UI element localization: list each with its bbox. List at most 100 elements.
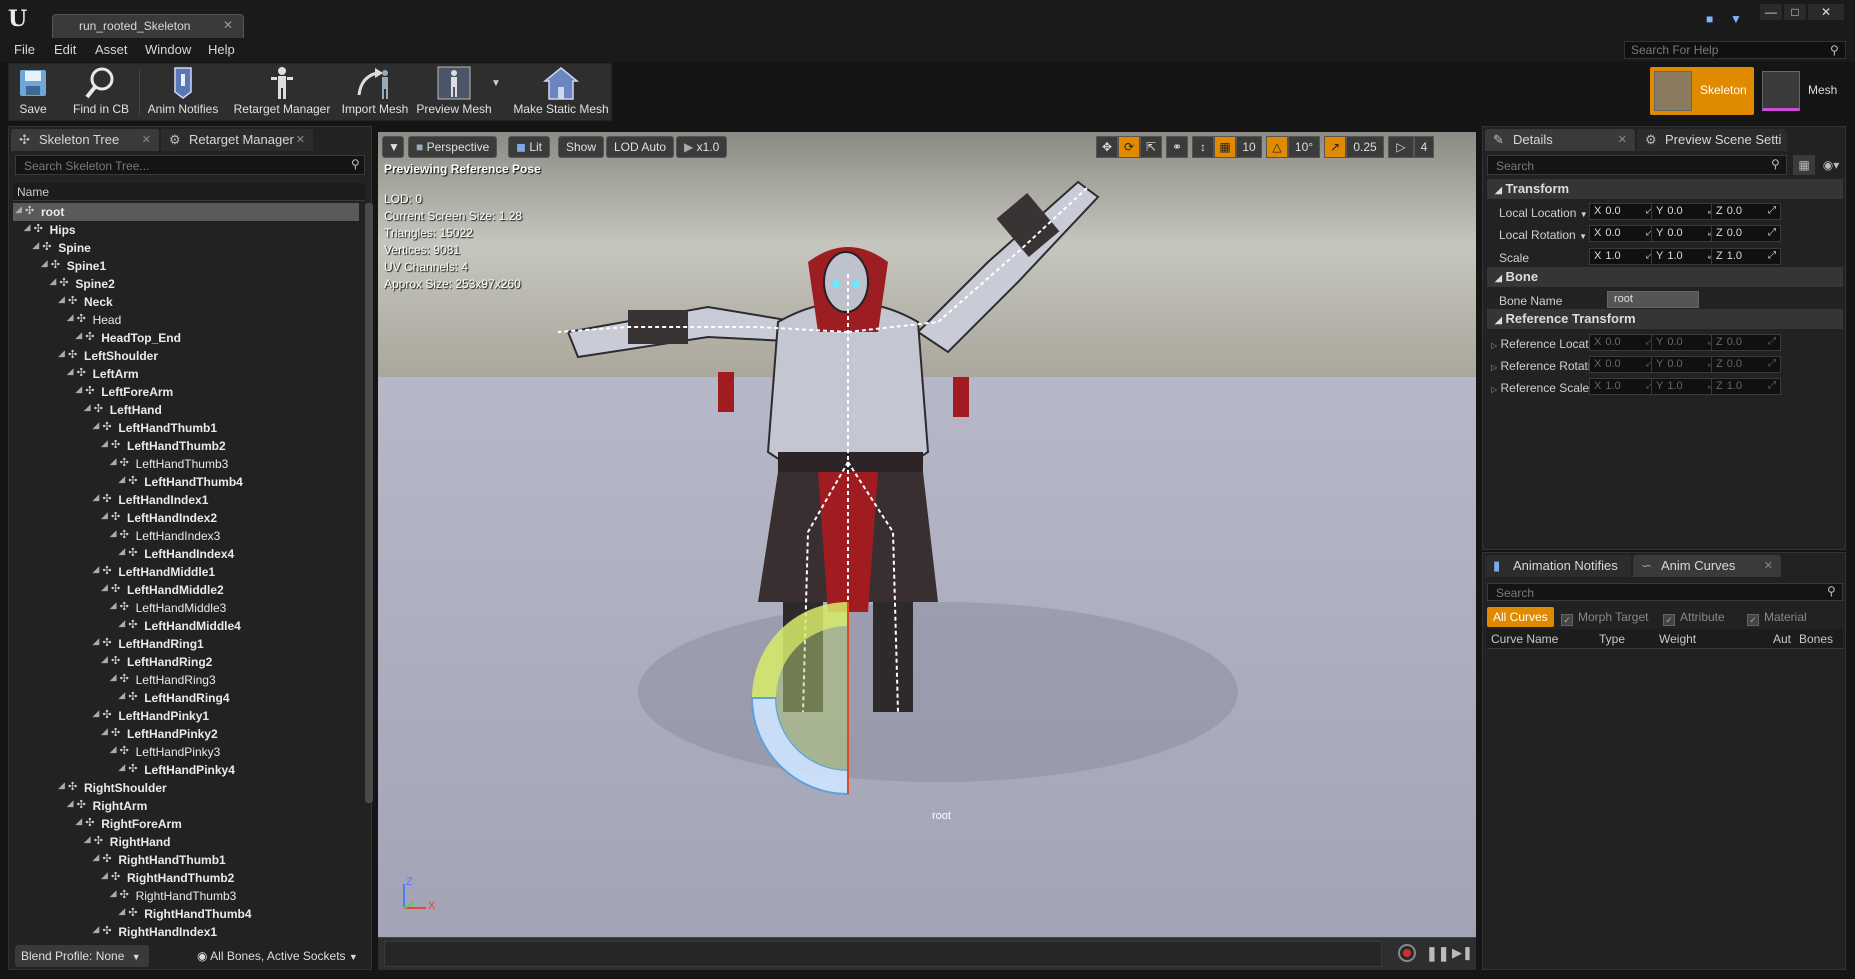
tab-anim-curves[interactable]: ∽ Anim Curves ✕ bbox=[1633, 555, 1781, 577]
mesh-mode-button[interactable]: Mesh bbox=[1758, 67, 1842, 115]
bone-row-spine1[interactable]: ◢ ✣ Spine1 bbox=[13, 257, 359, 275]
bone-name-field[interactable]: root bbox=[1607, 291, 1699, 308]
tab-animation-notifies[interactable]: ▮ Animation Notifies bbox=[1485, 555, 1631, 577]
expand-arrow-icon[interactable]: ◢ bbox=[15, 204, 22, 215]
blend-profile-dropdown[interactable]: Blend Profile: None ▼ bbox=[15, 945, 149, 967]
record-button[interactable] bbox=[1398, 944, 1416, 962]
bone-row-lefthandthumb1[interactable]: ◢ ✣ LeftHandThumb1 bbox=[13, 419, 359, 437]
close-tab-icon[interactable]: ✕ bbox=[296, 133, 305, 146]
local-location-label[interactable]: Local Location ▼ bbox=[1499, 206, 1588, 220]
menu-file[interactable]: File bbox=[14, 42, 35, 57]
bone-row-neck[interactable]: ◢ ✣ Neck bbox=[13, 293, 359, 311]
expand-arrow-icon[interactable]: ◢ bbox=[110, 528, 117, 539]
find-in-cb-button[interactable]: Find in CB bbox=[63, 64, 139, 122]
bone-row-righthandthumb2[interactable]: ◢ ✣ RightHandThumb2 bbox=[13, 869, 359, 887]
bone-row-leftforearm[interactable]: ◢ ✣ LeftForeArm bbox=[13, 383, 359, 401]
surface-snap-icon[interactable]: ↕ bbox=[1192, 136, 1214, 158]
bone-row-leftshoulder[interactable]: ◢ ✣ LeftShoulder bbox=[13, 347, 359, 365]
tab-preview-scene-settings[interactable]: ⚙ Preview Scene Setti bbox=[1637, 129, 1787, 151]
expand-arrow-icon[interactable]: ◢ bbox=[92, 636, 99, 647]
tree-scrollbar[interactable] bbox=[365, 203, 373, 803]
translate-tool-icon[interactable]: ✥ bbox=[1096, 136, 1118, 158]
material-checkbox[interactable]: ✓ Material bbox=[1747, 610, 1807, 626]
step-forward-button[interactable]: ▶❚ bbox=[1452, 945, 1473, 961]
transform-section-header[interactable]: ◢ Transform bbox=[1487, 179, 1843, 199]
viewport-options-dropdown[interactable]: ▼ bbox=[382, 136, 404, 158]
preview-viewport[interactable]: ▼ ■ Perspective ◼ Lit Show LOD Auto ▶ x1… bbox=[378, 132, 1476, 937]
expand-arrow-icon[interactable]: ◢ bbox=[118, 762, 125, 773]
expand-arrow-icon[interactable]: ◢ bbox=[101, 510, 108, 521]
lit-dropdown[interactable]: ◼ Lit bbox=[508, 136, 550, 158]
bone-row-lefthandmiddle2[interactable]: ◢ ✣ LeftHandMiddle2 bbox=[13, 581, 359, 599]
bone-row-head[interactable]: ◢ ✣ Head bbox=[13, 311, 359, 329]
preview-mesh-button[interactable]: Preview Mesh bbox=[413, 64, 495, 122]
drag-arrow-icon[interactable]: ⤢ bbox=[1768, 227, 1776, 238]
drag-arrow-icon[interactable]: ⤢ bbox=[1768, 358, 1776, 369]
preview-mesh-dropdown-icon[interactable]: ▼ bbox=[491, 78, 501, 89]
expand-arrow-icon[interactable]: ◢ bbox=[118, 906, 125, 917]
expand-arrow-icon[interactable]: ◢ bbox=[101, 438, 108, 449]
scale-x-field[interactable]: X 1.0 ⤢ bbox=[1589, 248, 1659, 265]
drag-arrow-icon[interactable]: ⤢ bbox=[1768, 336, 1776, 347]
bone-row-righthandindex1[interactable]: ◢ ✣ RightHandIndex1 bbox=[13, 923, 359, 939]
bone-row-lefthandindex4[interactable]: ◢ ✣ LeftHandIndex4 bbox=[13, 545, 359, 563]
document-tab[interactable]: run_rooted_Skeleton ✕ bbox=[52, 14, 244, 38]
property-matrix-icon[interactable]: ▦ bbox=[1793, 155, 1815, 175]
expand-arrow-icon[interactable]: ◢ bbox=[67, 366, 74, 377]
local-rotation-label[interactable]: Local Rotation ▼ bbox=[1499, 228, 1587, 242]
local-location-z-field[interactable]: Z 0.0 ⤢ bbox=[1711, 203, 1781, 220]
reference-rotation-x-field[interactable]: X 0.0 ⤢ bbox=[1589, 356, 1659, 373]
local-location-x-field[interactable]: X 0.0 ⤢ bbox=[1589, 203, 1659, 220]
help-search-input[interactable]: Search For Help bbox=[1624, 41, 1846, 59]
reference-location-x-field[interactable]: X 0.0 ⤢ bbox=[1589, 334, 1659, 351]
expand-arrow-icon[interactable]: ◢ bbox=[67, 798, 74, 809]
expand-arrow-icon[interactable]: ◢ bbox=[118, 474, 125, 485]
col-weight[interactable]: Weight bbox=[1659, 632, 1696, 646]
reference-scale-z-field[interactable]: Z 1.0 ⤢ bbox=[1711, 378, 1781, 395]
attribute-checkbox[interactable]: ✓ Attribute bbox=[1663, 610, 1725, 626]
menu-asset[interactable]: Asset bbox=[95, 42, 128, 57]
unreal-logo-icon[interactable]: U bbox=[8, 6, 32, 32]
close-tab-icon[interactable]: ✕ bbox=[142, 133, 151, 146]
bone-row-lefthandmiddle4[interactable]: ◢ ✣ LeftHandMiddle4 bbox=[13, 617, 359, 635]
expand-arrow-icon[interactable]: ◢ bbox=[92, 492, 99, 503]
minimize-button[interactable]: — bbox=[1760, 4, 1782, 20]
bone-row-rightarm[interactable]: ◢ ✣ RightArm bbox=[13, 797, 359, 815]
expand-arrow-icon[interactable]: ◢ bbox=[101, 870, 108, 881]
close-window-button[interactable]: ✕ bbox=[1808, 4, 1844, 20]
col-bones[interactable]: Bones bbox=[1799, 632, 1833, 646]
bone-visibility-filter[interactable]: ◉ All Bones, Active Sockets ▼ bbox=[197, 949, 358, 963]
scale-snap-icon[interactable]: ↗ bbox=[1324, 136, 1346, 158]
reference-rotation-z-field[interactable]: Z 0.0 ⤢ bbox=[1711, 356, 1781, 373]
menu-window[interactable]: Window bbox=[145, 42, 191, 57]
close-tab-icon[interactable]: ✕ bbox=[223, 18, 233, 32]
bone-row-rightforearm[interactable]: ◢ ✣ RightForeArm bbox=[13, 815, 359, 833]
bone-row-lefthand[interactable]: ◢ ✣ LeftHand bbox=[13, 401, 359, 419]
reference-scale-label[interactable]: ▷ Reference Scale bbox=[1491, 381, 1589, 395]
bone-row-lefthandindex3[interactable]: ◢ ✣ LeftHandIndex3 bbox=[13, 527, 359, 545]
bone-row-leftarm[interactable]: ◢ ✣ LeftArm bbox=[13, 365, 359, 383]
expand-arrow-icon[interactable]: ◢ bbox=[110, 672, 117, 683]
bone-row-lefthandpinky1[interactable]: ◢ ✣ LeftHandPinky1 bbox=[13, 707, 359, 725]
local-rotation-z-field[interactable]: Z 0.0 ⤢ bbox=[1711, 225, 1781, 242]
expand-arrow-icon[interactable]: ◢ bbox=[92, 708, 99, 719]
camera-speed-icon[interactable]: ▷ bbox=[1388, 136, 1414, 158]
reference-location-label[interactable]: ▷ Reference Location bbox=[1491, 337, 1605, 351]
bone-row-lefthandmiddle3[interactable]: ◢ ✣ LeftHandMiddle3 bbox=[13, 599, 359, 617]
drag-arrow-icon[interactable]: ⤢ bbox=[1768, 380, 1776, 391]
expand-arrow-icon[interactable]: ◢ bbox=[110, 744, 117, 755]
col-auto[interactable]: Aut bbox=[1773, 632, 1791, 646]
skeleton-search-input[interactable]: Search Skeleton Tree... bbox=[15, 155, 365, 175]
bone-row-righthandthumb4[interactable]: ◢ ✣ RightHandThumb4 bbox=[13, 905, 359, 923]
menu-edit[interactable]: Edit bbox=[54, 42, 76, 57]
bone-row-righthandthumb3[interactable]: ◢ ✣ RightHandThumb3 bbox=[13, 887, 359, 905]
tab-skeleton-tree[interactable]: ✣ Skeleton Tree ✕ bbox=[11, 129, 159, 151]
local-rotation-x-field[interactable]: X 0.0 ⤢ bbox=[1589, 225, 1659, 242]
maximize-button[interactable]: □ bbox=[1784, 4, 1806, 20]
bone-row-spine[interactable]: ◢ ✣ Spine bbox=[13, 239, 359, 257]
bone-row-root[interactable]: ◢ ✣ root bbox=[13, 203, 359, 221]
morph-target-checkbox[interactable]: ✓ Morph Target bbox=[1561, 610, 1648, 626]
camera-speed-value[interactable]: 4 bbox=[1414, 136, 1434, 158]
bone-row-righthandthumb1[interactable]: ◢ ✣ RightHandThumb1 bbox=[13, 851, 359, 869]
close-tab-icon[interactable]: ✕ bbox=[1618, 133, 1627, 146]
